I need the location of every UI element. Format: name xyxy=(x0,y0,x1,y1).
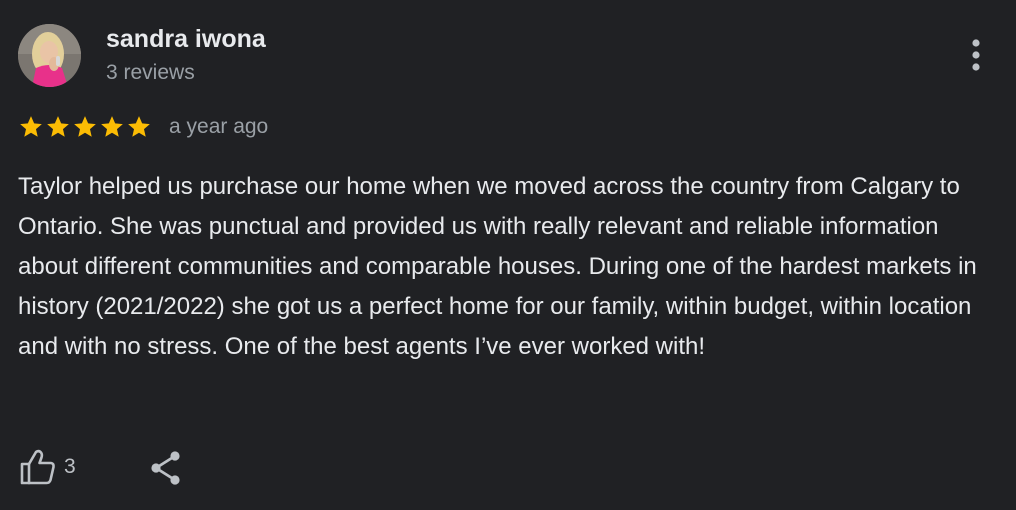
avatar-photo xyxy=(18,24,81,87)
star-filled-icon xyxy=(74,116,96,137)
star-rating xyxy=(18,114,152,140)
like-button[interactable]: 3 xyxy=(18,448,76,486)
star-filled-icon xyxy=(101,116,123,137)
star-filled-icon xyxy=(20,116,42,137)
review-text: Taylor helped us purchase our home when … xyxy=(18,173,977,360)
star-filled-icon xyxy=(128,116,150,137)
like-count: 3 xyxy=(64,455,76,478)
review-date: a year ago xyxy=(169,115,269,138)
more-vert-icon xyxy=(972,39,980,71)
reviewer-name[interactable]: sandra iwona xyxy=(106,25,266,54)
thumbs-up-icon xyxy=(20,449,55,485)
share-button[interactable] xyxy=(146,448,186,488)
rating-row: a year ago xyxy=(18,113,268,141)
reviewer-review-count[interactable]: 3 reviews xyxy=(106,61,195,85)
star-filled-icon xyxy=(47,116,69,137)
more-options-button[interactable] xyxy=(958,36,994,76)
avatar[interactable] xyxy=(18,24,81,87)
share-icon xyxy=(151,451,180,485)
